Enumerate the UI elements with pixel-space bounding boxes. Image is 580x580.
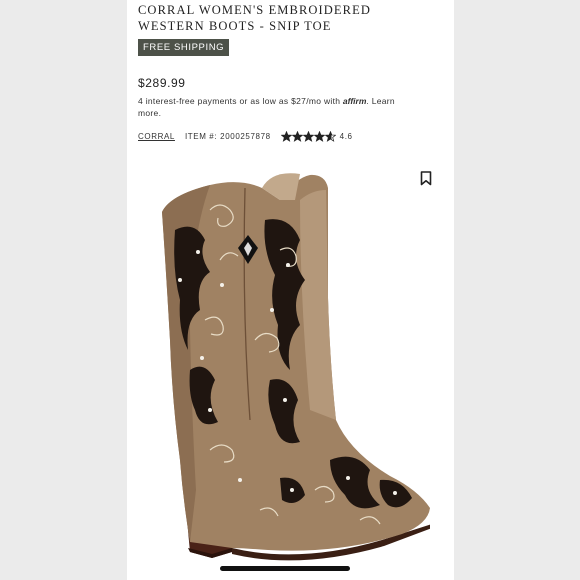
star-icon [302, 130, 314, 142]
star-icon [324, 130, 336, 142]
product-price: $289.99 [138, 76, 186, 90]
financing-text-pre: 4 interest-free payments or as low as $2… [138, 96, 343, 106]
item-number: 2000257878 [220, 131, 271, 141]
financing-text: 4 interest-free payments or as low as $2… [138, 95, 438, 119]
rating-value: 4.6 [339, 131, 353, 141]
affirm-logo: affirm [342, 96, 367, 106]
star-icon [291, 130, 303, 142]
learn-more-link-part2: more. [138, 108, 162, 118]
star-icon [280, 130, 292, 142]
free-shipping-badge: FREE SHIPPING [138, 39, 230, 56]
product-card: CORRAL WOMEN'S EMBROIDERED WESTERN BOOTS… [127, 0, 454, 580]
star-icon [313, 130, 325, 142]
star-rating[interactable] [280, 130, 336, 142]
learn-more-link-part1: . Learn [366, 96, 395, 106]
item-number-label: ITEM #: [184, 131, 218, 141]
brand-link[interactable]: CORRAL [138, 132, 175, 141]
home-indicator [220, 566, 350, 571]
boot-product-image[interactable] [150, 160, 430, 580]
product-title: CORRAL WOMEN'S EMBROIDERED WESTERN BOOTS… [138, 3, 371, 33]
product-meta: CORRAL ITEM #: 2000257878 4.6 [138, 130, 448, 142]
